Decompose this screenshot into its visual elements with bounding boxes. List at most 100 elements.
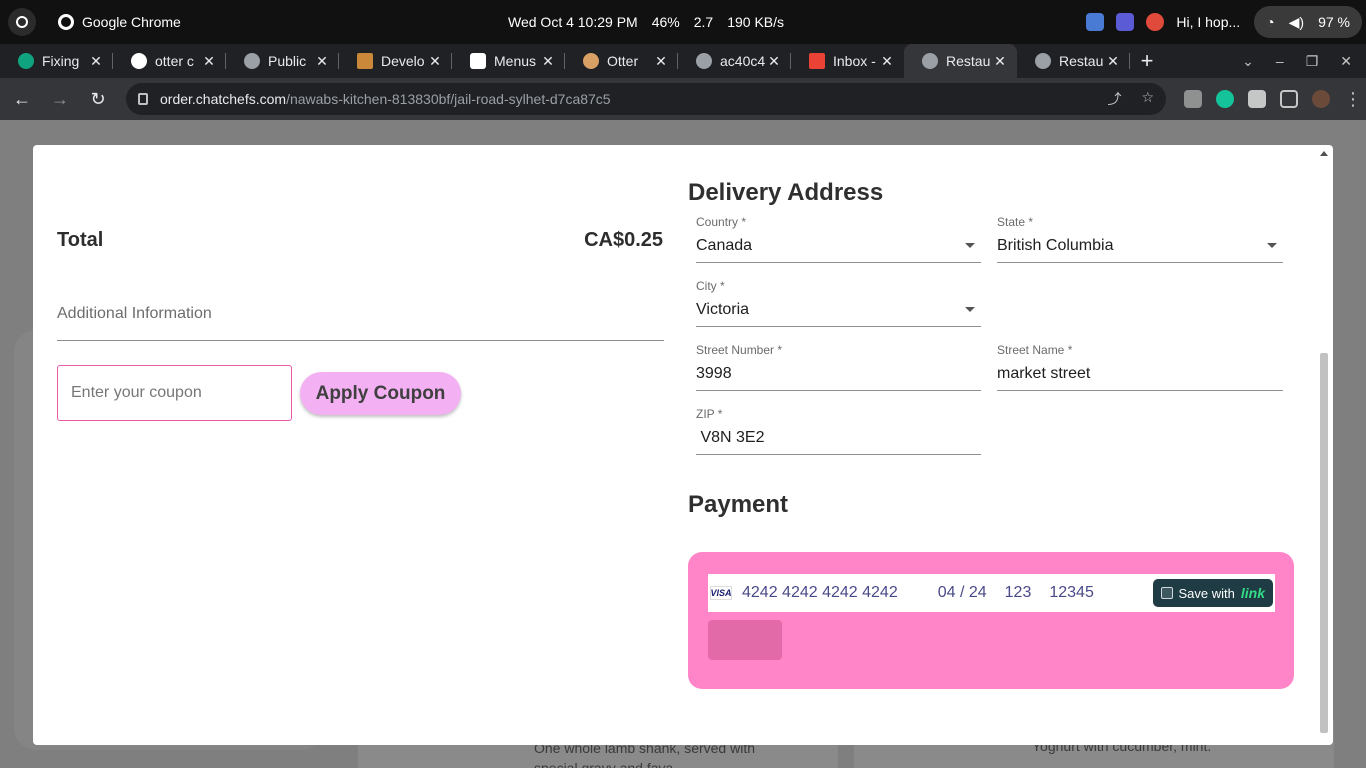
- tab-favicon-icon: [470, 53, 486, 69]
- chrome-icon: [58, 14, 74, 30]
- card-number-input[interactable]: 4242 4242 4242 4242: [742, 584, 898, 602]
- back-icon[interactable]: ←: [6, 89, 38, 110]
- country-select[interactable]: Country * Canada: [696, 215, 981, 263]
- tray-app-icon[interactable]: [1086, 13, 1105, 31]
- payment-form: VISA 4242 4242 4242 4242 04 / 24 123 123…: [688, 552, 1294, 689]
- city-select[interactable]: City * Victoria: [696, 279, 981, 327]
- os-clock-area[interactable]: Wed Oct 4 10:29 PM 46% 2.7 190 KB/s: [508, 14, 784, 30]
- extension-icon[interactable]: [1184, 90, 1202, 108]
- tab-favicon-icon: [696, 53, 712, 69]
- additional-information-field[interactable]: Additional Information: [57, 305, 664, 341]
- url-host: order.chatchefs.com: [160, 91, 287, 107]
- street-number-field[interactable]: Street Number * 3998: [696, 343, 981, 391]
- network-speed: 190 KB/s: [727, 14, 785, 30]
- address-bar[interactable]: order.chatchefs.com/nawabs-kitchen-81383…: [126, 83, 1166, 115]
- dropdown-arrow-icon: [1267, 243, 1277, 248]
- tray-chrome-icon[interactable]: [1146, 13, 1165, 31]
- cpu-indicator: 46%: [651, 14, 680, 30]
- card-cvc-input[interactable]: 123: [1005, 584, 1032, 602]
- browser-toolbar: ← → ↻ order.chatchefs.com/nawabs-kitchen…: [0, 78, 1366, 120]
- browser-tab[interactable]: Restau ✕: [1017, 44, 1130, 78]
- scroll-up-icon[interactable]: [1320, 151, 1328, 156]
- modal-scrollbar[interactable]: [1319, 149, 1329, 741]
- browser-tab[interactable]: ac40c4 ✕: [678, 44, 791, 78]
- tab-favicon-icon: [922, 53, 938, 69]
- volume-icon: ◀): [1288, 13, 1305, 30]
- card-expiry-input[interactable]: 04 / 24: [938, 584, 987, 602]
- pay-submit-button[interactable]: [708, 620, 782, 660]
- tab-favicon-icon: [1035, 53, 1051, 69]
- grammarly-icon[interactable]: [1216, 90, 1234, 108]
- tab-close-icon[interactable]: ✕: [89, 53, 103, 70]
- card-element[interactable]: VISA 4242 4242 4242 4242 04 / 24 123 123…: [708, 574, 1275, 612]
- tab-close-icon[interactable]: ✕: [880, 53, 894, 70]
- lock-icon[interactable]: [138, 93, 148, 105]
- coupon-input[interactable]: [57, 365, 292, 421]
- tray-audio-icon[interactable]: [1116, 13, 1135, 31]
- tab-close-icon[interactable]: ✕: [1106, 53, 1120, 70]
- profile-avatar[interactable]: [1312, 90, 1330, 108]
- tab-favicon-icon: [809, 53, 825, 69]
- browser-tab-strip: Fixing ✕ otter c ✕ Public ✕ Develo ✕ Menus ✕ …: [0, 44, 1366, 78]
- browser-tab[interactable]: Develo ✕: [339, 44, 452, 78]
- url-path: /nawabs-kitchen-813830bf/jail-road-sylhe…: [286, 91, 611, 107]
- tab-close-icon[interactable]: ✕: [315, 53, 329, 70]
- tab-close-icon[interactable]: ✕: [993, 53, 1007, 70]
- side-panel-icon[interactable]: [1280, 90, 1298, 108]
- delivery-address-title: Delivery Address: [688, 179, 884, 206]
- visa-icon: VISA: [710, 586, 732, 600]
- close-window-icon[interactable]: ✕: [1340, 53, 1352, 70]
- bookmark-star-icon[interactable]: ☆: [1141, 89, 1154, 109]
- clipboard-notification[interactable]: Hi, I hop...: [1176, 14, 1240, 30]
- tab-close-icon[interactable]: ✕: [202, 53, 216, 70]
- tab-close-icon[interactable]: ✕: [654, 53, 668, 70]
- dropdown-arrow-icon: [965, 307, 975, 312]
- browser-tab[interactable]: Fixing ✕: [0, 44, 113, 78]
- zip-field[interactable]: ZIP * V8N 3E2: [696, 407, 981, 455]
- tab-favicon-icon: [357, 53, 373, 69]
- order-total-row: Total CA$0.25: [57, 229, 663, 252]
- browser-tab[interactable]: otter c ✕: [113, 44, 226, 78]
- tab-close-icon[interactable]: ✕: [541, 53, 555, 70]
- tab-favicon-icon: [131, 53, 147, 69]
- forward-icon[interactable]: →: [44, 89, 76, 110]
- card-postal-input[interactable]: 12345: [1049, 584, 1094, 602]
- tab-favicon-icon: [18, 53, 34, 69]
- browser-tab-active[interactable]: Restau ✕: [904, 44, 1017, 78]
- scroll-thumb[interactable]: [1320, 353, 1328, 733]
- activities-icon: [16, 16, 28, 28]
- load-indicator: 2.7: [693, 14, 714, 30]
- link-logo: link: [1240, 585, 1265, 601]
- active-app[interactable]: Google Chrome: [58, 14, 181, 30]
- restore-icon[interactable]: ❐: [1306, 53, 1319, 70]
- total-value: CA$0.25: [584, 229, 663, 251]
- minimize-icon[interactable]: –: [1276, 53, 1284, 70]
- share-icon[interactable]: ⤴: [1107, 89, 1121, 109]
- save-with-link-checkbox[interactable]: [1160, 587, 1173, 599]
- tab-favicon-icon: [583, 53, 599, 69]
- tab-close-icon[interactable]: ✕: [428, 53, 442, 70]
- tab-close-icon[interactable]: ✕: [767, 53, 781, 70]
- apply-coupon-button[interactable]: Apply Coupon: [300, 372, 461, 415]
- save-with-link-toggle[interactable]: Save with link: [1152, 579, 1273, 607]
- extensions-puzzle-icon[interactable]: [1248, 90, 1266, 108]
- more-menu-icon[interactable]: ⋮: [1344, 89, 1362, 110]
- reload-icon[interactable]: ↻: [82, 89, 114, 110]
- browser-tab[interactable]: Inbox - ✕: [791, 44, 904, 78]
- browser-tab[interactable]: Menus ✕: [452, 44, 565, 78]
- activities-button[interactable]: [8, 8, 36, 36]
- total-label: Total: [57, 229, 104, 251]
- tab-favicon-icon: [244, 53, 260, 69]
- active-app-name: Google Chrome: [82, 14, 181, 30]
- tab-search-icon[interactable]: ⌄: [1242, 53, 1254, 70]
- street-name-field[interactable]: Street Name * market street: [997, 343, 1283, 391]
- system-status-menu[interactable]: ◔ ◀) 97 %: [1254, 6, 1362, 38]
- checkout-modal: Total CA$0.25 Additional Information App…: [33, 145, 1333, 745]
- dropdown-arrow-icon: [965, 243, 975, 248]
- new-tab-button[interactable]: +: [1130, 48, 1164, 74]
- state-select[interactable]: State * British Columbia: [997, 215, 1283, 263]
- additional-information-label: Additional Information: [57, 305, 212, 322]
- browser-tab[interactable]: Public ✕: [226, 44, 339, 78]
- browser-tab[interactable]: Otter ✕: [565, 44, 678, 78]
- wifi-icon: ◔: [1266, 14, 1275, 30]
